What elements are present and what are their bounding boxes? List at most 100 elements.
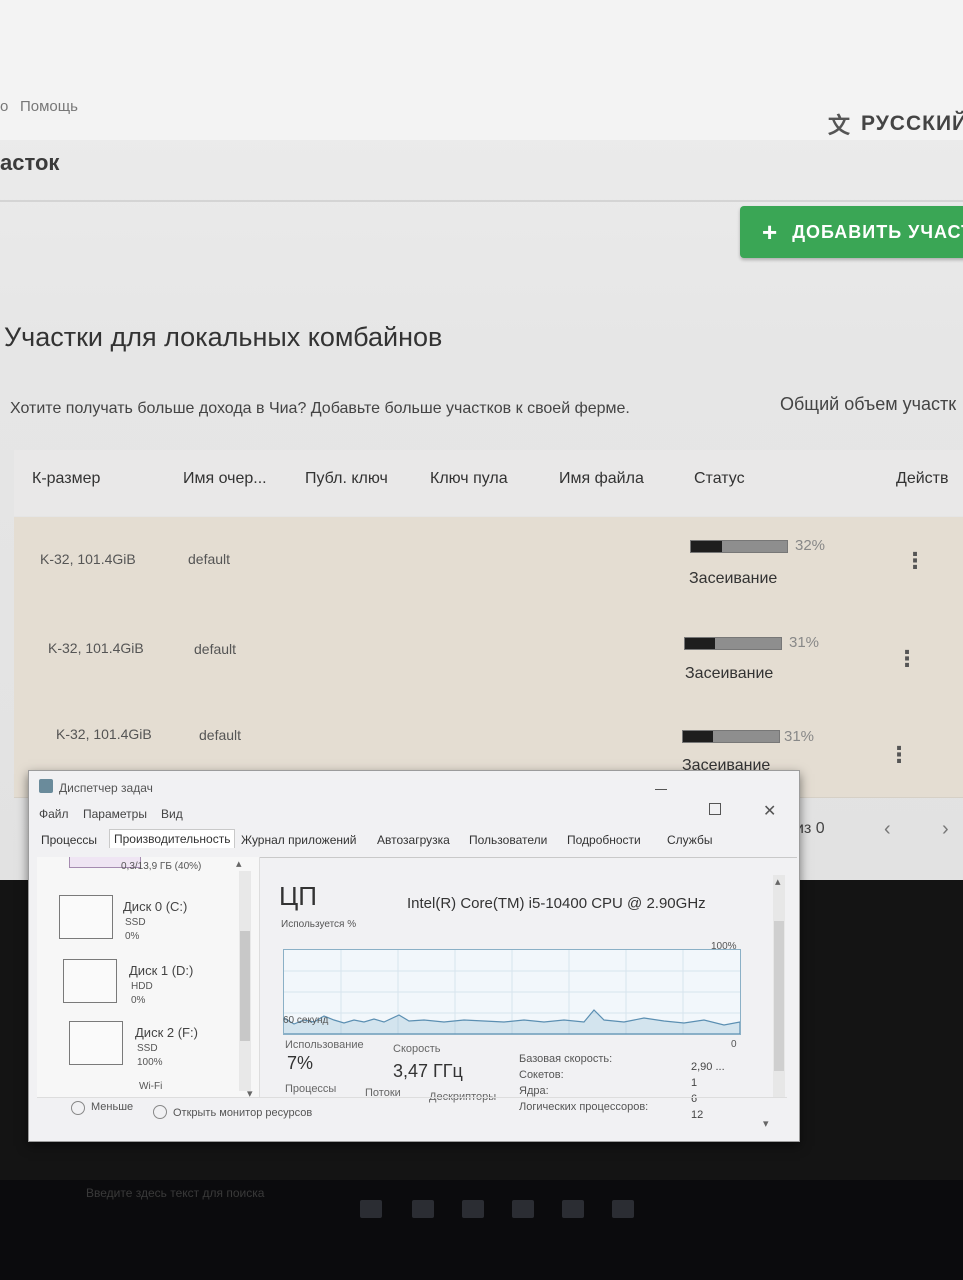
progress-fill xyxy=(685,638,715,649)
header-divider xyxy=(0,200,963,202)
tab-services[interactable]: Службы xyxy=(667,833,712,847)
fewer-details-icon[interactable] xyxy=(71,1101,85,1115)
tab-processes[interactable]: Процессы xyxy=(41,833,97,847)
table-row xyxy=(14,517,963,614)
graph-min-label: 0 xyxy=(731,1039,737,1050)
add-plot-button[interactable]: + ДОБАВИТЬ УЧАСТ xyxy=(740,206,963,258)
utilization-value: 7% xyxy=(287,1053,314,1073)
chevron-up-icon[interactable]: ▴ xyxy=(775,875,781,888)
sockets-label: Сокетов: xyxy=(519,1069,564,1081)
disk-name[interactable]: Диск 2 (F:) xyxy=(135,1025,198,1040)
more-vert-icon[interactable]: ⋮ xyxy=(896,646,918,672)
progress-bar xyxy=(690,540,788,553)
taskbar-app-icon[interactable] xyxy=(562,1200,584,1218)
fewer-details-link[interactable]: Меньше xyxy=(91,1101,133,1113)
disk-type: SSD xyxy=(137,1043,158,1054)
taskbar-search-input[interactable]: Введите здесь текст для поиска xyxy=(86,1186,264,1200)
chevron-right-icon[interactable]: › xyxy=(942,818,949,841)
disk-usage: 0% xyxy=(131,995,146,1006)
taskbar-app-icon[interactable] xyxy=(462,1200,484,1218)
column-header-file-name[interactable]: Имя файла xyxy=(559,470,644,488)
resource-list-scroll-thumb[interactable] xyxy=(240,931,250,1041)
taskbar-app-icon[interactable] xyxy=(512,1200,534,1218)
task-view-icon[interactable] xyxy=(360,1200,382,1218)
column-header-public-key[interactable]: Публ. ключ xyxy=(305,470,388,488)
progress-percent: 32% xyxy=(795,537,826,554)
tab-details[interactable]: Подробности xyxy=(567,833,641,847)
memory-usage-partial: 0,3/13,9 ГБ (40%) xyxy=(121,861,202,872)
graph-time-label: 60 секунд xyxy=(283,1015,329,1026)
menu-item-partial[interactable]: о xyxy=(0,98,8,115)
progress-fill xyxy=(683,731,713,742)
minimize-icon[interactable] xyxy=(655,789,667,790)
chevron-left-icon[interactable]: ‹ xyxy=(884,818,891,841)
taskbar-app-icon[interactable] xyxy=(412,1200,434,1218)
task-manager-window: Диспетчер задач ✕ Файл Параметры Вид Про… xyxy=(28,770,800,1142)
cell-queue: default xyxy=(194,641,237,657)
menu-file[interactable]: Файл xyxy=(39,807,69,821)
more-vert-icon[interactable]: ⋮ xyxy=(904,548,926,574)
base-speed-value: 2,90 ... xyxy=(691,1061,725,1073)
base-speed-label: Базовая скорость: xyxy=(519,1053,613,1065)
progress-fill xyxy=(691,541,722,552)
disk-name[interactable]: Диск 0 (C:) xyxy=(123,899,187,914)
cell-k-size: K-32, 101.4GiB xyxy=(56,726,152,742)
wifi-label-partial[interactable]: Wi-Fi xyxy=(139,1081,162,1092)
page-title: Участки для локальных комбайнов xyxy=(4,322,443,352)
resource-monitor-icon[interactable] xyxy=(153,1105,167,1119)
disk-usage: 100% xyxy=(137,1057,163,1068)
menu-view[interactable]: Вид xyxy=(161,807,183,821)
progress-percent: 31% xyxy=(784,728,815,745)
cpu-usage-line xyxy=(283,950,741,1035)
total-plots-size-label: Общий объем участк xyxy=(780,394,957,414)
chevron-up-icon[interactable]: ▴ xyxy=(236,857,242,870)
more-vert-icon[interactable]: ⋮ xyxy=(888,742,910,768)
app-top-bar xyxy=(0,0,963,140)
disk-type: HDD xyxy=(131,981,153,992)
progress-bar xyxy=(682,730,780,743)
section-title: асток xyxy=(0,150,60,175)
cpu-title: ЦП xyxy=(279,881,317,911)
speed-label: Скорость xyxy=(393,1043,441,1055)
cpu-model: Intel(R) Core(TM) i5-10400 CPU @ 2.90GHz xyxy=(407,895,706,912)
open-resource-monitor-link[interactable]: Открыть монитор ресурсов xyxy=(173,1107,312,1119)
cores-label: Ядра: xyxy=(519,1085,549,1097)
processes-label: Процессы xyxy=(285,1083,337,1095)
taskbar-app-icon[interactable] xyxy=(612,1200,634,1218)
column-header-pool-key[interactable]: Ключ пула xyxy=(430,470,508,488)
column-header-queue[interactable]: Имя очер... xyxy=(183,470,267,488)
table-row xyxy=(14,613,963,706)
add-plot-button-label: ДОБАВИТЬ УЧАСТ xyxy=(792,221,963,242)
speed-value: 3,47 ГГц xyxy=(393,1061,463,1081)
tab-app-history[interactable]: Журнал приложений xyxy=(241,833,356,847)
graph-label: Используется % xyxy=(281,919,357,930)
window-title: Диспетчер задач xyxy=(59,781,153,795)
disk-thumbnail[interactable] xyxy=(69,1021,123,1065)
progress-percent: 31% xyxy=(789,634,820,651)
disk-name[interactable]: Диск 1 (D:) xyxy=(129,963,193,978)
plus-icon: + xyxy=(762,216,779,247)
disk-usage: 0% xyxy=(125,931,140,942)
language-selector[interactable]: 文 РУССКИЙ xyxy=(828,108,963,140)
disk-thumbnail[interactable] xyxy=(63,959,117,1003)
cell-queue: default xyxy=(199,727,242,743)
tab-startup[interactable]: Автозагрузка xyxy=(377,833,450,847)
cpu-usage-graph xyxy=(283,949,741,1035)
progress-bar xyxy=(684,637,782,650)
cell-k-size: K-32, 101.4GiB xyxy=(48,640,144,656)
menu-options[interactable]: Параметры xyxy=(83,807,147,821)
disk-thumbnail[interactable] xyxy=(59,895,113,939)
column-header-status[interactable]: Статус xyxy=(694,470,745,488)
tab-users[interactable]: Пользователи xyxy=(469,833,547,847)
language-label: РУССКИЙ xyxy=(861,112,963,135)
column-header-k-size[interactable]: К-размер xyxy=(32,470,100,488)
tab-performance[interactable]: Производительность xyxy=(109,829,236,848)
close-icon[interactable]: ✕ xyxy=(763,801,776,821)
disk-type: SSD xyxy=(125,917,146,928)
maximize-icon[interactable] xyxy=(709,803,721,815)
cell-queue: default xyxy=(188,551,231,567)
detail-scroll-thumb[interactable] xyxy=(774,921,784,1071)
page-subtitle: Хотите получать больше дохода в Чиа? Доб… xyxy=(10,400,630,417)
menu-help[interactable]: Помощь xyxy=(20,98,78,115)
translate-icon: 文 xyxy=(828,113,852,138)
